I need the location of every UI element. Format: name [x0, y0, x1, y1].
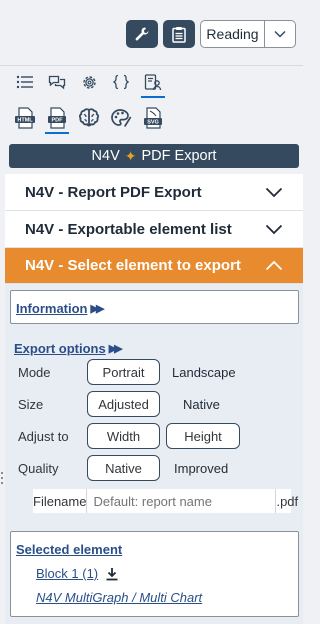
export-options-link[interactable]: Export options: [14, 341, 106, 356]
size-adjusted-button[interactable]: Adjusted: [87, 391, 160, 417]
view-tab-bar: [0, 66, 303, 98]
selected-element-box: Selected element Block 1 (1) N4V MultiGr…: [10, 531, 299, 617]
page-title: N4V ✦ PDF Export: [9, 144, 299, 168]
size-option-row: Size Adjusted Native: [10, 391, 299, 417]
svg-file-icon: SVG: [144, 107, 162, 129]
title-text: PDF Export: [141, 148, 217, 164]
clipboard-icon: [172, 26, 186, 43]
double-arrow-icon: ▶▶: [108, 343, 123, 355]
adjust-to-label: Adjust to: [18, 428, 69, 444]
chevron-down-icon: [274, 30, 286, 38]
mode-label: Mode: [18, 364, 51, 380]
quality-native-button[interactable]: Native: [87, 455, 160, 481]
panel-label: N4V - Exportable element list: [25, 220, 232, 238]
braces-icon: [113, 74, 129, 90]
tab-comments[interactable]: [41, 68, 73, 96]
list-icon: [16, 75, 33, 89]
adjust-width-button[interactable]: Width: [87, 423, 160, 449]
chevron-down-icon: [265, 224, 283, 234]
adjust-height-button[interactable]: Height: [166, 423, 240, 449]
wrench-icon: [135, 27, 149, 41]
resize-handle-icon[interactable]: [0, 470, 4, 486]
pdf-file-icon: PDF: [48, 107, 66, 129]
tab-code[interactable]: [105, 68, 137, 96]
double-arrow-icon: ▶▶: [90, 303, 105, 315]
tab-style-export[interactable]: [105, 104, 137, 132]
reading-dropdown-button[interactable]: [265, 21, 295, 47]
quality-improved-option[interactable]: Improved: [174, 461, 228, 476]
size-native-option[interactable]: Native: [183, 397, 220, 412]
export-format-tab-bar: HTML PDF SVG: [0, 100, 303, 136]
chevron-up-icon: [265, 260, 283, 271]
quality-option-row: Quality Native Improved: [10, 455, 299, 481]
gear-icon: [82, 75, 96, 89]
comments-icon: [48, 75, 66, 90]
brain-icon: [78, 108, 100, 127]
mode-landscape-option[interactable]: Landscape: [172, 365, 236, 380]
tab-user-document[interactable]: [137, 68, 169, 98]
panel-report-pdf-export[interactable]: N4V - Report PDF Export: [5, 174, 303, 211]
filename-input[interactable]: [87, 489, 276, 513]
html-icon-text: HTML: [17, 118, 33, 124]
download-icon[interactable]: [105, 567, 119, 581]
filename-field: Filename .pdf: [33, 489, 298, 513]
adjust-to-option-row: Adjust to Width Height: [10, 423, 299, 449]
tab-pdf-export[interactable]: PDF: [41, 104, 73, 134]
quality-label: Quality: [18, 460, 59, 476]
filename-label: Filename: [33, 489, 88, 513]
element-type-link[interactable]: N4V MultiGraph / Multi Chart: [36, 590, 202, 605]
selected-element-link[interactable]: Selected element: [16, 542, 122, 557]
pdf-icon-text: PDF: [52, 118, 64, 124]
tab-svg-export[interactable]: SVG: [137, 104, 169, 132]
reading-mode-label[interactable]: Reading: [201, 21, 265, 47]
tab-html-export[interactable]: HTML: [9, 104, 41, 132]
reading-mode-select[interactable]: Reading: [200, 20, 296, 48]
tab-ai-export[interactable]: [73, 104, 105, 132]
size-label: Size: [18, 396, 44, 412]
filename-extension: .pdf: [275, 489, 298, 513]
tab-settings[interactable]: [73, 68, 105, 96]
wrench-button[interactable]: [126, 20, 158, 48]
tab-list[interactable]: [9, 68, 41, 96]
sparkle-icon: ✦: [124, 147, 137, 164]
user-document-icon: [144, 73, 162, 90]
panel-select-element-to-export[interactable]: N4V - Select element to export: [5, 248, 303, 284]
svg-icon-text: SVG: [147, 120, 159, 126]
panel-label: N4V - Select element to export: [25, 257, 241, 274]
title-brand: N4V: [91, 148, 120, 164]
panel-label: N4V - Report PDF Export: [25, 183, 202, 201]
palette-icon: [111, 109, 132, 127]
information-box: Information ▶▶: [10, 290, 299, 324]
mode-portrait-button[interactable]: Portrait: [87, 359, 160, 385]
information-link[interactable]: Information: [16, 301, 88, 316]
export-options-section: Export options ▶▶ Mode Portrait Landscap…: [10, 333, 299, 523]
chevron-down-icon: [265, 187, 283, 197]
block-link[interactable]: Block 1 (1): [36, 566, 98, 581]
top-toolbar: Reading: [0, 0, 303, 66]
clipboard-button[interactable]: [163, 20, 195, 48]
panel-exportable-element-list[interactable]: N4V - Exportable element list: [5, 211, 303, 248]
mode-option-row: Mode Portrait Landscape: [10, 359, 299, 385]
html-file-icon: HTML: [15, 107, 35, 129]
